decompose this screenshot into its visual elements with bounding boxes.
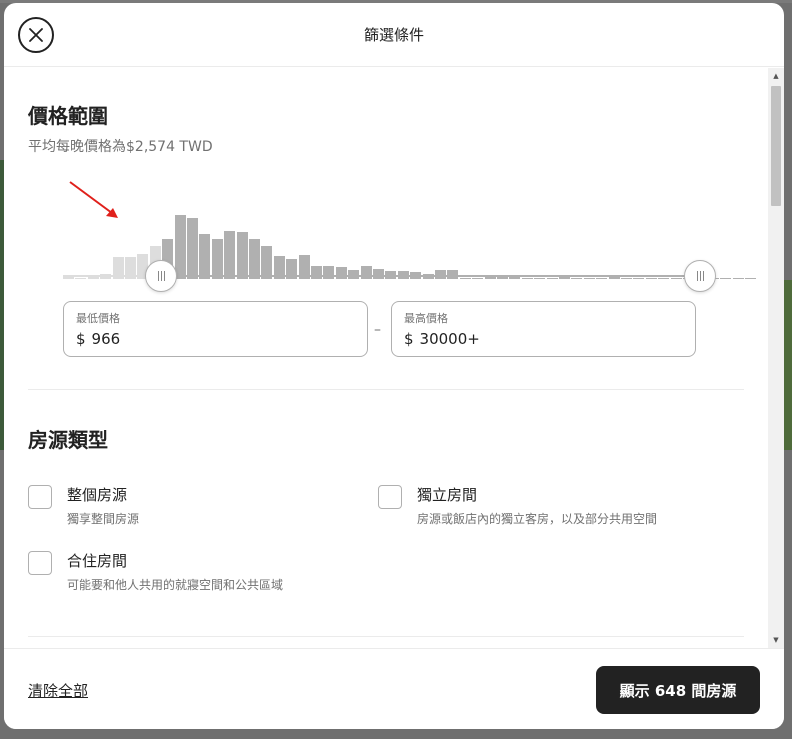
property-type-title: 房源類型: [28, 428, 108, 452]
histogram-bar: [459, 278, 471, 279]
section-divider: [28, 389, 744, 390]
histogram-bar: [732, 278, 744, 279]
option-description: 獨享整間房源: [67, 512, 140, 526]
histogram-bar: [608, 277, 620, 279]
histogram-bar: [497, 277, 508, 279]
option-description: 房源或飯店內的獨立客房，以及部分共用空間: [417, 512, 658, 526]
histogram-bar: [633, 278, 645, 279]
histogram-bar: [224, 231, 236, 279]
modal-title: 篩選條件: [363, 26, 424, 44]
max-price-slider-handle[interactable]: [684, 260, 716, 292]
histogram-bar: [745, 278, 756, 279]
histogram-bar: [534, 278, 546, 279]
histogram-bar: [174, 215, 186, 279]
grip-icon: [157, 271, 165, 281]
max-price-value[interactable]: 30000+: [420, 330, 480, 348]
min-price-label: 最低價格: [76, 312, 120, 325]
private-room-checkbox[interactable]: [378, 485, 402, 509]
histogram-bar: [249, 239, 260, 279]
min-price-value[interactable]: 966: [92, 330, 121, 348]
modal-footer: 清除全部 顯示 648 間房源: [4, 648, 784, 729]
histogram-bar: [211, 239, 223, 279]
histogram-bar: [521, 278, 533, 279]
option-private-room[interactable]: 獨立房間 房源或飯店內的獨立客房，以及部分共用空間: [378, 484, 657, 527]
scrollbar-thumb[interactable]: [771, 86, 781, 206]
histogram-bar: [236, 232, 248, 279]
max-price-field[interactable]: 最高價格 $ 30000+: [391, 301, 696, 357]
price-range-title: 價格範圍: [28, 104, 108, 128]
show-listings-button[interactable]: 顯示 648 間房源: [596, 666, 760, 714]
filters-modal: 篩選條件 價格範圍 平均每晚價格為$2,574 TWD 最低價格 $ 966 –…: [4, 3, 784, 729]
histogram-bar: [670, 278, 682, 279]
histogram-bar: [571, 278, 583, 279]
histogram-bar: [187, 218, 198, 279]
histogram-bar: [373, 269, 384, 279]
histogram-bar: [484, 277, 496, 279]
scrollbar[interactable]: ▲ ▼: [768, 68, 784, 648]
scroll-down-icon[interactable]: ▼: [768, 632, 784, 648]
price-separator: –: [374, 322, 381, 338]
option-description: 可能要和他人共用的就寢空間和公共區域: [67, 578, 284, 592]
currency-symbol: $: [76, 330, 86, 348]
histogram-bar: [75, 278, 87, 279]
histogram-bar: [596, 278, 608, 279]
option-label: 整個房源: [67, 486, 128, 504]
histogram-bar: [546, 278, 558, 279]
section-divider: [28, 636, 744, 637]
modal-content: 價格範圍 平均每晚價格為$2,574 TWD 最低價格 $ 966 – 最高價格…: [4, 68, 768, 648]
histogram-bar: [583, 278, 595, 279]
histogram-bar: [311, 266, 322, 279]
histogram-bar: [720, 278, 732, 279]
histogram-bar: [360, 266, 372, 279]
modal-header: 篩選條件: [4, 3, 784, 67]
currency-symbol: $: [404, 330, 414, 348]
max-price-label: 最高價格: [404, 312, 448, 325]
shared-room-checkbox[interactable]: [28, 551, 52, 575]
grip-icon: [696, 271, 704, 281]
option-entire-place[interactable]: 整個房源 獨享整間房源: [28, 484, 139, 527]
histogram-bar: [621, 278, 632, 279]
histogram-bar: [199, 234, 211, 279]
min-price-slider-handle[interactable]: [145, 260, 177, 292]
scroll-up-icon[interactable]: ▲: [768, 68, 784, 84]
option-label: 合住房間: [67, 552, 128, 570]
histogram-bar: [472, 278, 484, 279]
slider-track-selected: [161, 275, 701, 277]
histogram-bar: [559, 277, 570, 279]
background-image: [784, 280, 792, 450]
option-shared-room[interactable]: 合住房間 可能要和他人共用的就寢空間和公共區域: [28, 550, 283, 593]
option-label: 獨立房間: [417, 486, 478, 504]
price-range-subtitle: 平均每晚價格為$2,574 TWD: [28, 139, 213, 155]
entire-place-checkbox[interactable]: [28, 485, 52, 509]
histogram-bar: [63, 277, 74, 279]
histogram-bar: [335, 267, 347, 279]
histogram-bar: [658, 278, 670, 279]
histogram-bar: [645, 278, 657, 279]
clear-all-link[interactable]: 清除全部: [28, 680, 88, 701]
min-price-field[interactable]: 最低價格 $ 966: [63, 301, 368, 357]
histogram-bar: [323, 266, 335, 279]
